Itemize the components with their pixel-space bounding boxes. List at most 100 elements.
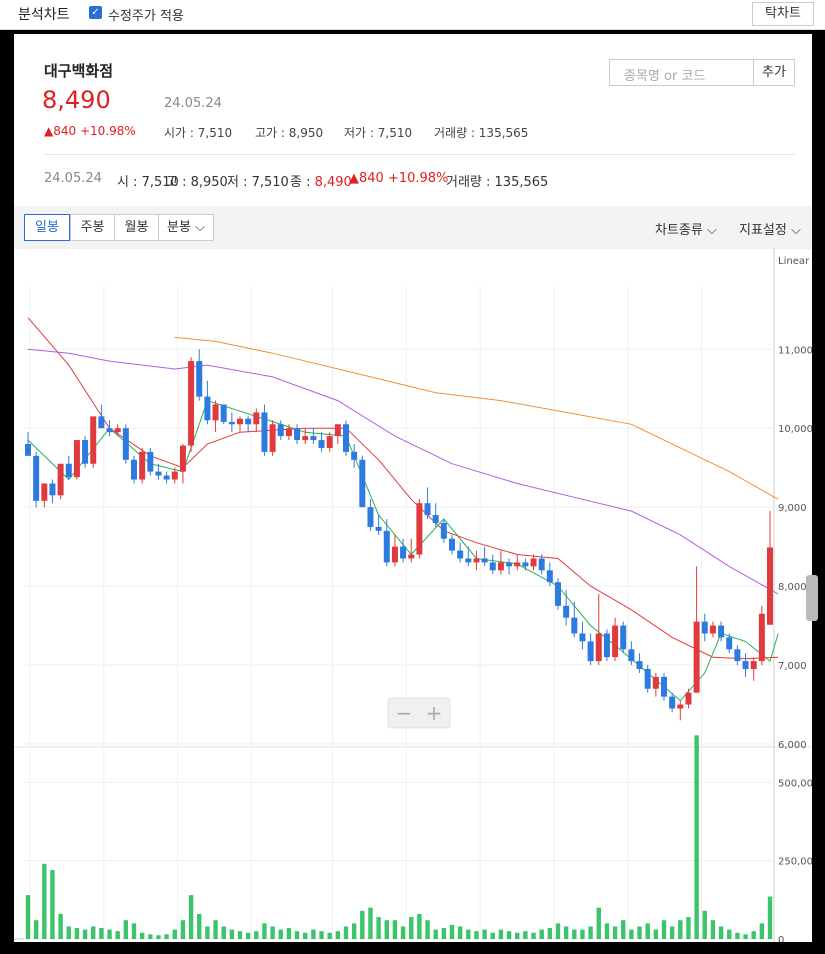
volume-bar	[74, 928, 80, 939]
volume-bar	[311, 929, 316, 939]
price-change: ▲840 +10.98%	[44, 124, 136, 138]
candle-body	[359, 459, 366, 508]
adjusted-price-label[interactable]: 수정주가 적용	[108, 5, 184, 24]
candle-body	[432, 515, 439, 523]
candle-body	[489, 562, 496, 571]
volume-bar	[506, 931, 512, 939]
candle-body	[351, 451, 358, 460]
volume-bar	[237, 931, 243, 939]
candle-body	[514, 562, 521, 567]
volume-bar	[180, 920, 186, 939]
chart-tabs-bar: 일봉 주봉 월봉 분봉 ⌵ 차트종류 ⌵ 지표설정 ⌵	[14, 206, 812, 248]
volume-bar	[213, 920, 218, 939]
candle-body	[326, 436, 333, 448]
volume-bar	[433, 929, 438, 939]
volume-tick-label: 0	[778, 935, 784, 942]
volume-bar	[99, 928, 104, 939]
add-button[interactable]: 추가	[754, 59, 795, 86]
zoom-in-button[interactable]: +	[426, 701, 443, 725]
volume-bar	[441, 928, 447, 939]
chevron-down-icon: ⌵	[786, 223, 801, 238]
stock-chart[interactable]: Linear 11,000 10,000 9,000 8,000 7,000 6,000 50…	[14, 248, 812, 942]
candle-body	[661, 676, 667, 697]
volume-bar	[327, 932, 332, 939]
volume-bar	[335, 931, 341, 939]
volume-bar	[743, 934, 748, 939]
volume-bar	[702, 910, 707, 939]
volume-bar	[498, 929, 504, 939]
candle-body	[179, 445, 186, 472]
volume-bar	[115, 931, 120, 939]
volume-bar	[351, 923, 357, 939]
candle-body	[620, 625, 627, 650]
search-input[interactable]: 종목명 or 코드	[609, 59, 754, 86]
volume-bar	[604, 923, 610, 939]
stock-name: 대구백화점	[44, 62, 114, 80]
divider	[44, 154, 795, 155]
volume-bar	[449, 924, 455, 939]
zoom-out-button[interactable]: −	[396, 701, 413, 725]
candle-body	[155, 471, 162, 476]
candle-body	[277, 424, 284, 437]
volume-label: 거래량	[434, 126, 468, 140]
volume-bar	[131, 923, 137, 939]
candle-body	[391, 546, 398, 563]
candle-body	[196, 361, 203, 397]
moving-average-ma20	[27, 317, 779, 660]
detail-close-value: 8,490	[314, 175, 352, 190]
volume-bar	[270, 926, 275, 939]
candle-body	[237, 418, 243, 425]
candle-body	[25, 444, 31, 456]
volume-bar	[417, 913, 422, 939]
candle-body	[546, 570, 553, 583]
volume-bar	[727, 929, 732, 939]
volume-bar	[718, 926, 724, 939]
tab-daily[interactable]: 일봉	[24, 214, 70, 241]
indicator-settings-dropdown[interactable]: 지표설정 ⌵	[739, 219, 801, 238]
volume-bar	[572, 929, 577, 939]
candle-body	[367, 507, 374, 527]
candle-body	[375, 526, 382, 531]
candle-body	[767, 547, 773, 625]
low-label: 저가	[344, 126, 367, 140]
volume-bar	[343, 926, 349, 939]
volume-bar	[621, 920, 626, 939]
scrollbar-thumb[interactable]	[806, 575, 818, 621]
adjusted-price-checkbox[interactable]: ✓	[89, 6, 102, 19]
volume-bar	[457, 926, 463, 939]
volume-bar	[466, 929, 471, 939]
volume-bar	[197, 913, 202, 939]
candle-body	[742, 661, 749, 669]
current-price: 8,490	[42, 86, 111, 114]
tab-minute[interactable]: 분봉 ⌵	[158, 214, 214, 241]
detail-date: 24.05.24	[44, 171, 102, 186]
tab-monthly[interactable]: 월봉	[114, 214, 159, 241]
chart-type-dropdown[interactable]: 차트종류 ⌵	[655, 219, 717, 238]
candle-body	[440, 522, 447, 539]
volume-bar	[278, 929, 283, 939]
candle-body	[457, 550, 464, 559]
candle-body	[709, 625, 716, 634]
volume-bar	[221, 926, 226, 939]
candle-body	[41, 483, 48, 501]
volume-bar	[254, 931, 259, 939]
volume-bar	[645, 923, 650, 939]
candle-body	[261, 412, 268, 452]
volume-bar	[294, 931, 300, 939]
volume-bar	[653, 929, 659, 939]
candle-body	[122, 428, 129, 460]
volume-bar	[596, 907, 601, 939]
candle-body	[114, 428, 121, 433]
volume-bar	[82, 929, 88, 939]
low-stat: 저가 : 7,510	[344, 126, 413, 140]
volume-bar	[523, 931, 528, 939]
volume-bar	[164, 934, 169, 939]
open-chart-button[interactable]: 탁차트	[752, 2, 814, 26]
volume-bar	[156, 935, 161, 939]
volume-bar	[245, 932, 251, 939]
tab-weekly[interactable]: 주봉	[70, 214, 115, 241]
high-stat: 고가 : 8,950	[255, 126, 324, 140]
candle-body	[603, 633, 610, 658]
candle-body	[253, 412, 260, 425]
price-date: 24.05.24	[164, 96, 222, 111]
